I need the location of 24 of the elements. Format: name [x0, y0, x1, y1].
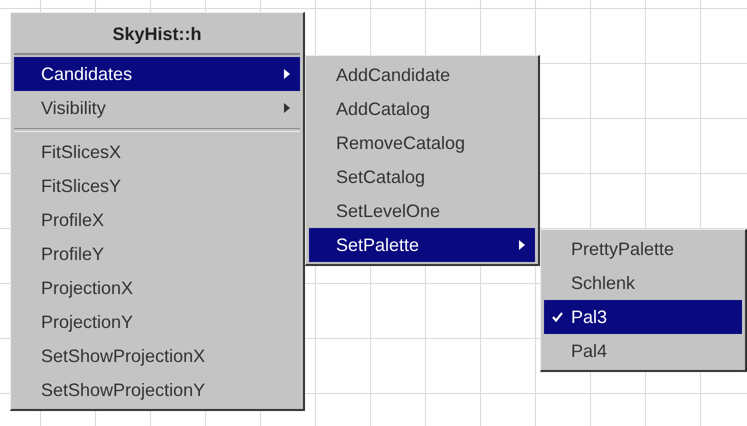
- menu-item[interactable]: ProfileY: [14, 237, 300, 271]
- menu-item[interactable]: SetPalette: [309, 228, 535, 262]
- submenu-arrow-icon: [284, 103, 290, 113]
- menu-item[interactable]: SetCatalog: [309, 160, 535, 194]
- menu-item[interactable]: ProjectionX: [14, 271, 300, 305]
- menu-item[interactable]: Visibility: [14, 91, 300, 125]
- menu-item[interactable]: Pal3: [544, 300, 742, 334]
- menu-item[interactable]: AddCatalog: [309, 92, 535, 126]
- menu-item[interactable]: Candidates: [14, 57, 300, 91]
- menu-item[interactable]: PrettyPalette: [544, 232, 742, 266]
- submenu-arrow-icon: [519, 240, 525, 250]
- menu-item[interactable]: FitSlicesY: [14, 169, 300, 203]
- menu-title: SkyHist::h: [14, 15, 300, 55]
- menu-item[interactable]: SetShowProjectionX: [14, 339, 300, 373]
- menu-item[interactable]: FitSlicesX: [14, 135, 300, 169]
- menu-item[interactable]: AddCandidate: [309, 58, 535, 92]
- menu-item[interactable]: ProfileX: [14, 203, 300, 237]
- menu-item[interactable]: RemoveCatalog: [309, 126, 535, 160]
- menu-item[interactable]: Pal4: [544, 334, 742, 368]
- menu-item[interactable]: SetLevelOne: [309, 194, 535, 228]
- menu-item[interactable]: Schlenk: [544, 266, 742, 300]
- menu-item[interactable]: ProjectionY: [14, 305, 300, 339]
- menu-item[interactable]: SetShowProjectionY: [14, 373, 300, 407]
- submenu-arrow-icon: [284, 69, 290, 79]
